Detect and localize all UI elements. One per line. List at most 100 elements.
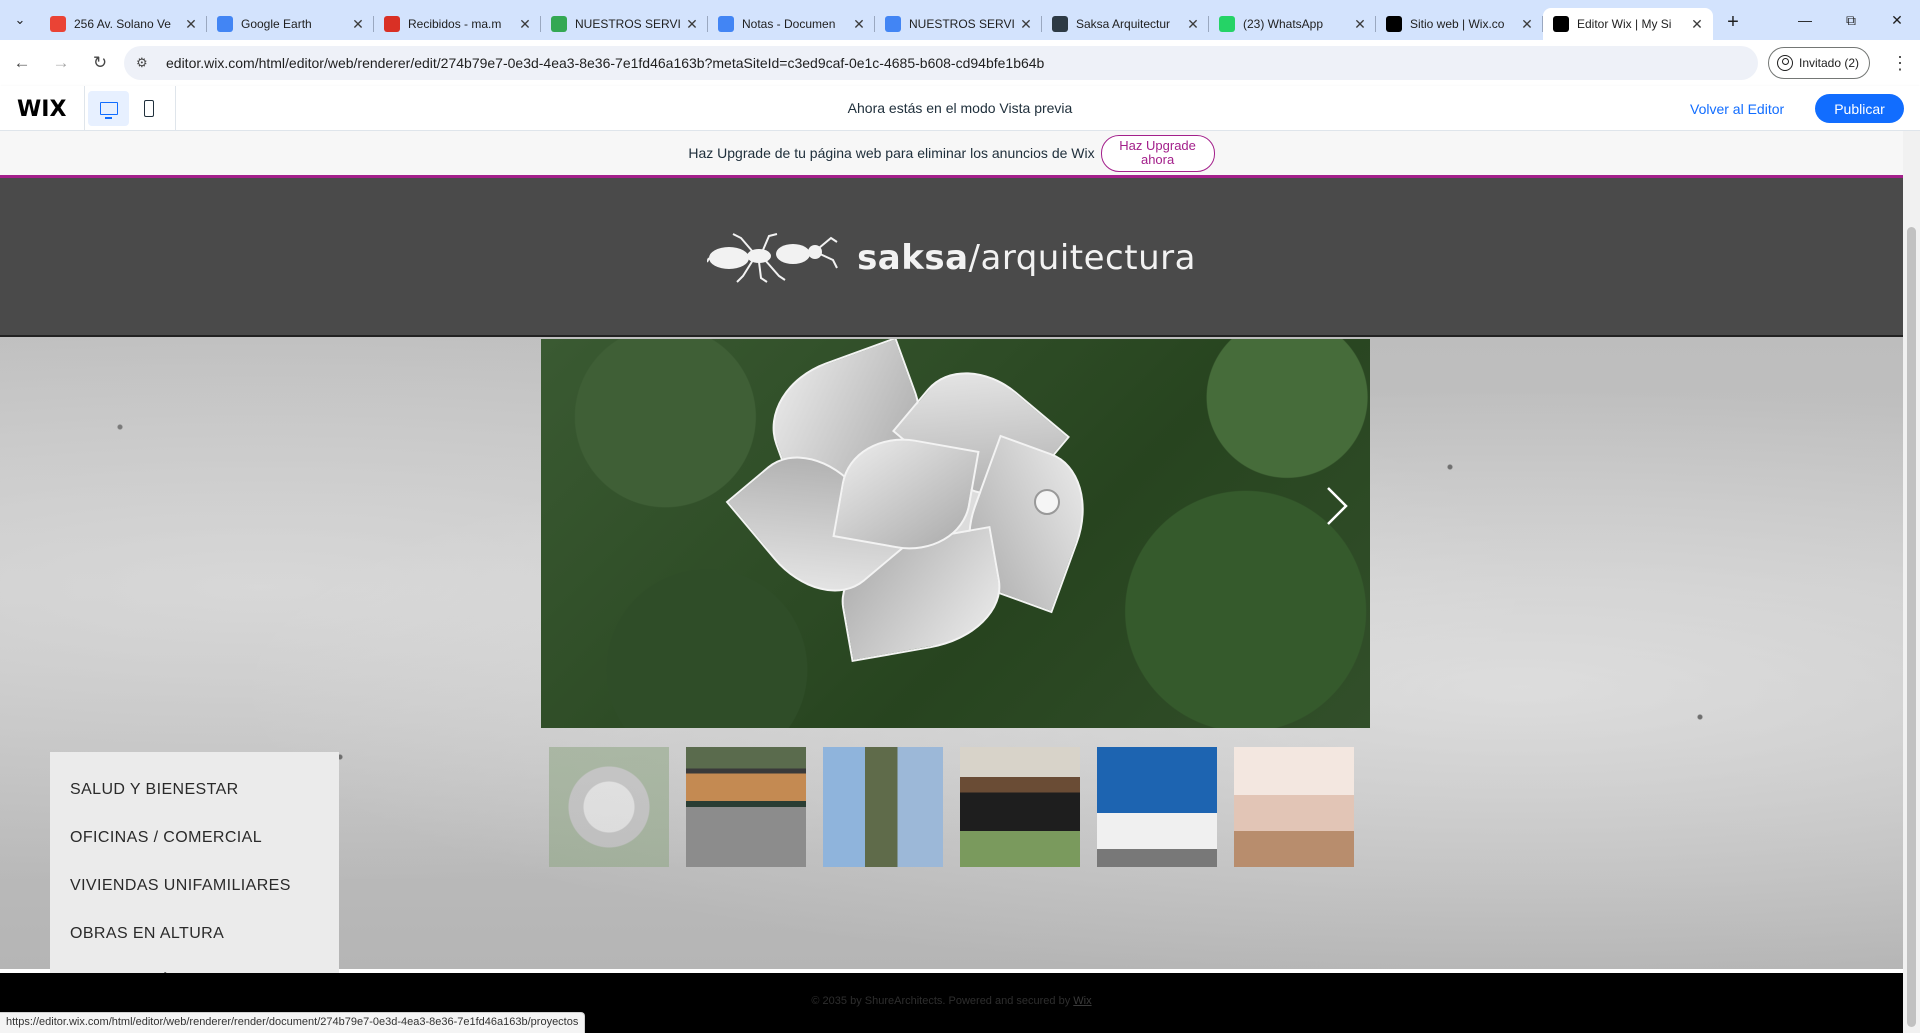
- tab-title: NUESTROS SERVI: [575, 17, 681, 31]
- address-bar[interactable]: ⚙ editor.wix.com/html/editor/web/rendere…: [124, 46, 1758, 80]
- whatsapp-icon: [1219, 16, 1235, 32]
- project-category-item[interactable]: OFICINAS / COMERCIAL: [50, 814, 339, 862]
- brand-name-bold: saksa: [857, 238, 969, 278]
- tab-close-icon[interactable]: ✕: [1185, 16, 1201, 33]
- tab-close-icon[interactable]: ✕: [684, 16, 700, 33]
- upgrade-button-line1: Haz Upgrade: [1119, 138, 1196, 153]
- tab-close-icon[interactable]: ✕: [1519, 16, 1535, 33]
- browser-menu-icon[interactable]: ⋮: [1885, 47, 1915, 79]
- tab-close-icon[interactable]: ✕: [183, 16, 199, 33]
- tab-close-icon[interactable]: ✕: [517, 16, 533, 33]
- restore-icon[interactable]: ⧉: [1828, 0, 1874, 40]
- site-settings-icon[interactable]: ⚙: [136, 55, 156, 71]
- window-controls: — ⧉ ✕: [1782, 0, 1920, 40]
- mobile-view-button[interactable]: [132, 91, 166, 126]
- gallery-thumbnail[interactable]: [1234, 747, 1354, 867]
- minimize-icon[interactable]: —: [1782, 0, 1828, 40]
- back-to-editor-link[interactable]: Volver al Editor: [1690, 101, 1784, 117]
- footer-copyright: © 2035 by ShureArchitects. Powered and s…: [811, 995, 1074, 1007]
- gallery-thumbnail[interactable]: [823, 747, 943, 867]
- site-logo[interactable]: saksa/arquitectura: [0, 232, 1903, 284]
- desktop-view-button[interactable]: [88, 91, 129, 126]
- wix-logo: WIX: [17, 97, 67, 122]
- gallery-next-arrow[interactable]: [1322, 484, 1352, 528]
- divider: [175, 86, 176, 131]
- tab-search-chevron-icon[interactable]: ⌄: [0, 0, 40, 40]
- preview-mode-message: Ahora estás en el modo Vista previa: [847, 100, 1073, 116]
- browser-tab[interactable]: NUESTROS SERVI ✕: [875, 8, 1042, 40]
- project-category-item[interactable]: OBRAS EN ALTURA: [50, 910, 339, 958]
- tab-title: Saksa Arquitectur: [1076, 17, 1171, 31]
- project-category-item[interactable]: SALUD Y BIENESTAR: [50, 766, 339, 814]
- tab-close-icon[interactable]: ✕: [1689, 16, 1705, 33]
- divider: [84, 86, 85, 131]
- wix-preview-bar: WIX Ahora estás en el modo Vista previa …: [0, 86, 1920, 131]
- tab-title: (23) WhatsApp: [1243, 17, 1324, 31]
- upgrade-banner: Haz Upgrade de tu página web para elimin…: [0, 131, 1903, 178]
- brand-name: saksa/arquitectura: [857, 238, 1196, 278]
- browser-tab-strip: ⌄ 256 Av. Solano Ve ✕ Google Earth ✕ Recibid…: [0, 0, 1920, 40]
- profile-label: Invitado (2): [1799, 56, 1860, 70]
- tab-close-icon[interactable]: ✕: [350, 16, 366, 33]
- footer-text: © 2035 by ShureArchitects. Powered and s…: [0, 995, 1903, 1007]
- docs-icon: [718, 16, 734, 32]
- earth-icon: [217, 16, 233, 32]
- back-arrow-icon[interactable]: ←: [5, 46, 39, 80]
- browser-tab[interactable]: Recibidos - ma.m ✕: [374, 8, 541, 40]
- gallery-thumbnails: [549, 747, 1354, 867]
- site-header: saksa/arquitectura: [0, 178, 1903, 337]
- docs-icon: [885, 16, 901, 32]
- browser-tab[interactable]: NUESTROS SERVI ✕: [541, 8, 708, 40]
- tab-title: Editor Wix | My Si: [1577, 17, 1672, 31]
- site-viewport: Haz Upgrade de tu página web para elimin…: [0, 131, 1903, 1033]
- project-category-item[interactable]: VIVIENDAS UNIFAMILIARES: [50, 862, 339, 910]
- tab-title: Notas - Documen: [742, 17, 836, 31]
- browser-tab[interactable]: Sitio web | Wix.co ✕: [1376, 8, 1543, 40]
- chevron-right-icon: [1327, 487, 1348, 525]
- gallery-thumbnail[interactable]: [686, 747, 806, 867]
- upgrade-button-line2: ahora: [1140, 152, 1175, 167]
- address-url[interactable]: editor.wix.com/html/editor/web/renderer/…: [166, 55, 1044, 71]
- roof-hub: [1034, 489, 1060, 515]
- new-tab-button[interactable]: +: [1719, 8, 1747, 36]
- maps-pin-icon: [50, 16, 66, 32]
- browser-tab[interactable]: (23) WhatsApp ✕: [1209, 8, 1376, 40]
- browser-toolbar: ← → ↻ ⚙ editor.wix.com/html/editor/web/r…: [0, 40, 1920, 86]
- gallery-slide-image[interactable]: [541, 339, 1370, 728]
- drive-icon: [551, 16, 567, 32]
- browser-tab[interactable]: Editor Wix | My Si ✕: [1543, 8, 1713, 40]
- gallery-thumbnail[interactable]: [1097, 747, 1217, 867]
- tab-close-icon[interactable]: ✕: [1018, 16, 1034, 33]
- gallery-thumbnail[interactable]: [549, 747, 669, 867]
- site-icon: [1052, 16, 1068, 32]
- brand-name-light: /arquitectura: [968, 238, 1196, 278]
- tab-close-icon[interactable]: ✕: [1352, 16, 1368, 33]
- browser-tab[interactable]: Notas - Documen ✕: [708, 8, 875, 40]
- ant-logo-icon: [707, 233, 838, 283]
- close-window-icon[interactable]: ✕: [1874, 0, 1920, 40]
- gmail-icon: [384, 16, 400, 32]
- tab-title: Recibidos - ma.m: [408, 17, 502, 31]
- publish-button[interactable]: Publicar: [1815, 94, 1904, 123]
- browser-tab[interactable]: Saksa Arquitectur ✕: [1042, 8, 1209, 40]
- tab-title: NUESTROS SERVI: [909, 17, 1015, 31]
- gallery-thumbnail[interactable]: [960, 747, 1080, 867]
- reload-icon[interactable]: ↻: [83, 46, 117, 80]
- project-category-menu: SALUD Y BIENESTAR OFICINAS / COMERCIAL VIV…: [50, 752, 339, 1033]
- tab-title: Sitio web | Wix.co: [1410, 17, 1505, 31]
- profile-button[interactable]: Invitado (2): [1768, 47, 1871, 79]
- forward-arrow-icon[interactable]: →: [44, 46, 78, 80]
- tab-close-icon[interactable]: ✕: [851, 16, 867, 33]
- page-scrollbar[interactable]: [1903, 131, 1920, 1033]
- browser-tab[interactable]: Google Earth ✕: [207, 8, 374, 40]
- profile-avatar-icon: [1777, 55, 1793, 71]
- footer-wix-link[interactable]: Wix: [1073, 995, 1091, 1007]
- mobile-icon: [144, 100, 154, 117]
- tab-list: 256 Av. Solano Ve ✕ Google Earth ✕ Recibidos…: [40, 0, 1713, 40]
- browser-tab[interactable]: 256 Av. Solano Ve ✕: [40, 8, 207, 40]
- wix-icon: [1386, 16, 1402, 32]
- upgrade-text: Haz Upgrade de tu página web para elimin…: [688, 145, 1095, 161]
- wix-icon: [1553, 16, 1569, 32]
- upgrade-button[interactable]: Haz Upgrade ahora: [1100, 134, 1215, 172]
- scrollbar-thumb[interactable]: [1907, 227, 1916, 1027]
